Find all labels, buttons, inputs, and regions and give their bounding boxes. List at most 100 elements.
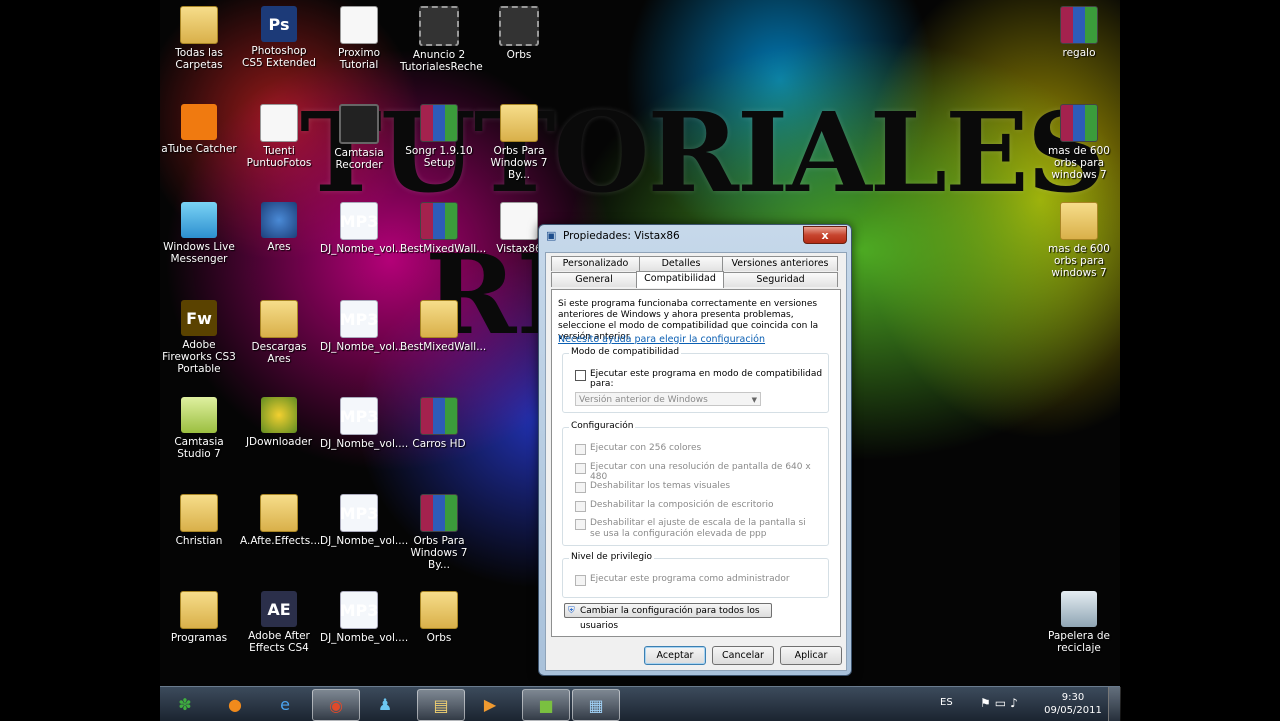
group-title: Nivel de privilegio <box>569 552 655 562</box>
desktop-icon-programas[interactable]: Programas <box>160 591 238 644</box>
checkbox-icon[interactable] <box>575 575 586 586</box>
desktop-icon-label: Adobe After Effects CS4 <box>248 630 310 654</box>
option-disable-dpi-scaling[interactable]: Deshabilitar el ajuste de escala de la p… <box>575 518 815 540</box>
desktop-icon-dj-nombe-3[interactable]: MP3 DJ_Nombe_vol.... <box>320 397 409 450</box>
chrome-icon[interactable]: ◉ <box>312 689 360 721</box>
desktop-icon-bestmixedwall-folder[interactable]: BestMixedWall... <box>400 300 486 353</box>
desktop-icon-mas-de-600-orbs-rar[interactable]: mas de 600 orbs para windows 7 <box>1040 104 1118 181</box>
clock-time: 9:30 <box>1061 692 1085 703</box>
desktop-icon-windows-live-messenger[interactable]: Windows Live Messenger <box>160 202 238 265</box>
checkbox-icon[interactable] <box>575 482 586 493</box>
checkbox-icon[interactable] <box>575 519 586 530</box>
firefox-icon[interactable]: ● <box>212 689 258 719</box>
tab-compatibilidad[interactable]: Compatibilidad <box>636 271 724 288</box>
compat-mode-checkbox[interactable]: Ejecutar este programa en modo de compat… <box>575 369 828 389</box>
help-link[interactable]: Necesito ayuda para elegir la configurac… <box>558 334 765 345</box>
folder-icon <box>260 494 298 532</box>
desktop-icon-mas-de-600-orbs-folder[interactable]: mas de 600 orbs para windows 7 <box>1040 202 1118 279</box>
explorer-icon[interactable]: ▤ <box>417 689 465 721</box>
tab-detalles[interactable]: Detalles <box>639 256 723 271</box>
group-title: Configuración <box>569 421 636 431</box>
desktop-icon-anuncio[interactable]: Anuncio 2 TutorialesReche <box>400 6 483 73</box>
option-256-colors[interactable]: Ejecutar con 256 colores <box>575 443 701 455</box>
weed-orb-icon[interactable]: ✽ <box>162 689 208 719</box>
close-button[interactable]: x <box>803 226 847 244</box>
desktop-icon-orbs-para-windows[interactable]: Orbs Para Windows 7 By... <box>480 104 558 181</box>
checkbox-icon[interactable] <box>575 463 586 474</box>
desktop-icon-label: JDownloader <box>245 436 313 448</box>
tab-seguridad[interactable]: Seguridad <box>723 272 838 287</box>
internet-explorer-icon[interactable]: e <box>262 689 308 719</box>
clock[interactable]: 9:30 09/05/2011 <box>1038 691 1108 717</box>
desktop-icon-dj-nombe-2[interactable]: MP3 DJ_Nombe_vol.... <box>320 300 408 353</box>
checkbox-icon[interactable] <box>575 501 586 512</box>
folder-icon <box>500 104 538 142</box>
network-icon[interactable]: ▭ <box>995 696 1010 710</box>
desktop-icon-dj-nombe-5[interactable]: MP3 DJ_Nombe_vol.... <box>320 591 408 644</box>
desktop-icon-orbs-folder[interactable]: Orbs <box>400 591 478 644</box>
clock-date: 09/05/2011 <box>1044 705 1102 716</box>
tab-versiones-anteriores[interactable]: Versiones anteriores <box>722 256 838 271</box>
desktop-icon-carros-hd[interactable]: Carros HD <box>400 397 478 450</box>
desktop-icon-songr[interactable]: Songr 1.9.10 Setup <box>400 104 478 169</box>
desktop-icon-bestmixedwall-rar[interactable]: BestMixedWall... <box>400 202 486 255</box>
desktop-icon-camtasia-studio[interactable]: Camtasia Studio 7 <box>160 397 238 460</box>
change-settings-all-users-button[interactable]: ⛨ Cambiar la configuración para todos lo… <box>564 603 772 631</box>
dialog-titlebar[interactable]: ▣ Propiedades: Vistax86 x <box>539 225 851 247</box>
tab-personalizado[interactable]: Personalizado <box>551 256 640 271</box>
checkbox-label: Ejecutar este programa como administrado… <box>590 574 790 584</box>
desktop-icon-proximo-tutorial[interactable]: Proximo Tutorial <box>320 6 398 71</box>
ok-button[interactable]: Aceptar <box>644 646 706 665</box>
checkbox-icon[interactable] <box>575 370 586 381</box>
camtasia-icon[interactable]: ■ <box>522 689 570 721</box>
desktop-icon-dj-nombe-4[interactable]: MP3 DJ_Nombe_vol.... <box>320 494 408 547</box>
properties-dialog: ▣ Propiedades: Vistax86 x Personalizado … <box>538 224 852 676</box>
cancel-button[interactable]: Cancelar <box>712 646 774 665</box>
language-indicator[interactable]: ES <box>940 697 953 708</box>
winrar-icon <box>420 494 458 532</box>
windows-version-select[interactable]: Versión anterior de Windows ▼ <box>575 392 761 406</box>
desktop-icon-orbs-para-windows-rar[interactable]: Orbs Para Windows 7 By... <box>400 494 478 571</box>
desktop-icon-photoshop[interactable]: Ps Photoshop CS5 Extended <box>240 6 318 69</box>
volume-icon[interactable]: ♪ <box>1010 696 1022 710</box>
desktop-icon-label: mas de 600 orbs para windows 7 <box>1048 243 1110 279</box>
desktop-icon-orbs[interactable]: Orbs <box>480 6 558 61</box>
run-as-admin-checkbox[interactable]: Ejecutar este programa como administrado… <box>575 574 790 586</box>
tab-general[interactable]: General <box>551 272 637 287</box>
desktop-icon-after-effects[interactable]: AE Adobe After Effects CS4 <box>240 591 318 654</box>
desktop-icon-camtasia-recorder[interactable]: Camtasia Recorder <box>320 104 398 171</box>
desktop-icon-ares[interactable]: Ares <box>240 202 318 253</box>
desktop-icon-adobe-fireworks[interactable]: Fw Adobe Fireworks CS3 Portable <box>160 300 238 375</box>
desktop-icon-label: DJ_Nombe_vol.... <box>320 438 409 450</box>
system-tray[interactable]: ⚑▭♪ <box>980 696 1022 710</box>
desktop-icon-label: Tuenti PuntuoFotos <box>246 145 312 169</box>
desktop-icon-after-effects-folder[interactable]: A.Afte.Effects.... <box>240 494 324 547</box>
privilege-level-group: Nivel de privilegio Ejecutar este progra… <box>562 552 829 598</box>
desktop-icon-descargas-ares[interactable]: Descargas Ares <box>240 300 318 365</box>
flag-icon[interactable]: ⚑ <box>980 696 995 710</box>
folder-icon <box>260 300 298 338</box>
checkbox-label: Ejecutar con 256 colores <box>590 443 702 453</box>
messenger-icon[interactable]: ♟ <box>362 689 408 719</box>
desktop-icon-tuenti[interactable]: Tuenti PuntuoFotos <box>240 104 318 169</box>
option-640x480[interactable]: Ejecutar con una resolución de pantalla … <box>575 462 828 482</box>
desktop-icon-recycle-bin[interactable]: Papelera de reciclaje <box>1040 591 1118 654</box>
option-disable-themes[interactable]: Deshabilitar los temas visuales <box>575 481 730 493</box>
show-desktop-button[interactable] <box>1108 687 1121 721</box>
desktop-icon-jdownloader[interactable]: JDownloader <box>240 397 318 448</box>
media-player-icon[interactable]: ▶ <box>467 689 513 719</box>
control-panel-icon[interactable]: ▦ <box>572 689 620 721</box>
desktop-icon-atube-catcher[interactable]: aTube Catcher <box>160 104 238 155</box>
desktop-icon-dj-nombe-1[interactable]: MP3 DJ_Nombe_vol.... <box>320 202 408 255</box>
desktop-icon-todas-las-carpetas[interactable]: Todas las Carpetas <box>160 6 238 71</box>
properties-icon: ▣ <box>546 229 557 242</box>
option-disable-composition[interactable]: Deshabilitar la composición de escritori… <box>575 500 773 512</box>
desktop-icon-label: Programas <box>170 632 228 644</box>
desktop-icon-label: Orbs Para Windows 7 By... <box>410 535 468 571</box>
checkbox-icon[interactable] <box>575 444 586 455</box>
desktop-icon-regalo[interactable]: regalo <box>1040 6 1118 59</box>
taskbar: ✽ ● e ◉ ♟ ▤ ▶ ■ ▦ ES ⚑▭♪ 9:30 09/05/2011 <box>160 686 1121 721</box>
apply-button[interactable]: Aplicar <box>780 646 842 665</box>
desktop-icon-christian[interactable]: Christian <box>160 494 238 547</box>
desktop-icon-label: Adobe Fireworks CS3 Portable <box>162 339 236 375</box>
